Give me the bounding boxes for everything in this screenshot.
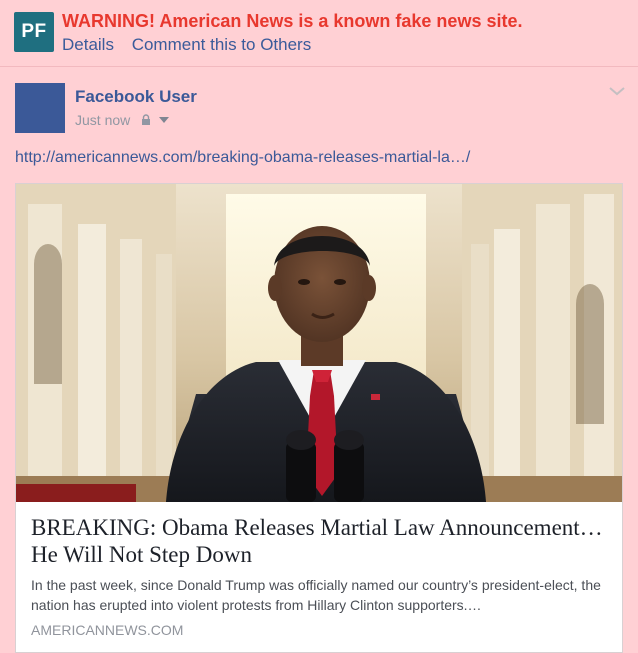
article-image[interactable] xyxy=(16,184,622,502)
post-meta: Just now xyxy=(75,112,170,128)
chevron-down-icon[interactable] xyxy=(608,84,626,98)
link-preview-card[interactable]: BREAKING: Obama Releases Martial Law Ann… xyxy=(15,183,623,653)
details-link[interactable]: Details xyxy=(62,35,114,54)
pf-logo: PF xyxy=(14,12,54,52)
post-link-url[interactable]: http://americannews.com/breaking-obama-r… xyxy=(15,149,470,167)
article-photo xyxy=(16,184,622,502)
article-domain: AMERICANNEWS.COM xyxy=(31,622,184,638)
post-author-name[interactable]: Facebook User xyxy=(75,87,197,107)
lock-icon xyxy=(142,114,151,125)
privacy-caret-icon[interactable] xyxy=(158,115,170,125)
warning-message: WARNING! American News is a known fake n… xyxy=(62,11,523,31)
article-title[interactable]: BREAKING: Obama Releases Martial Law Ann… xyxy=(31,514,611,568)
article-description: In the past week, since Donald Trump was… xyxy=(31,577,601,613)
avatar[interactable] xyxy=(15,83,65,133)
fake-news-warning-banner: PF WARNING! American News is a known fak… xyxy=(0,0,638,67)
warning-links: Details Comment this to Others xyxy=(62,35,311,55)
post-timestamp[interactable]: Just now xyxy=(75,112,130,128)
comment-to-others-link[interactable]: Comment this to Others xyxy=(132,35,312,54)
